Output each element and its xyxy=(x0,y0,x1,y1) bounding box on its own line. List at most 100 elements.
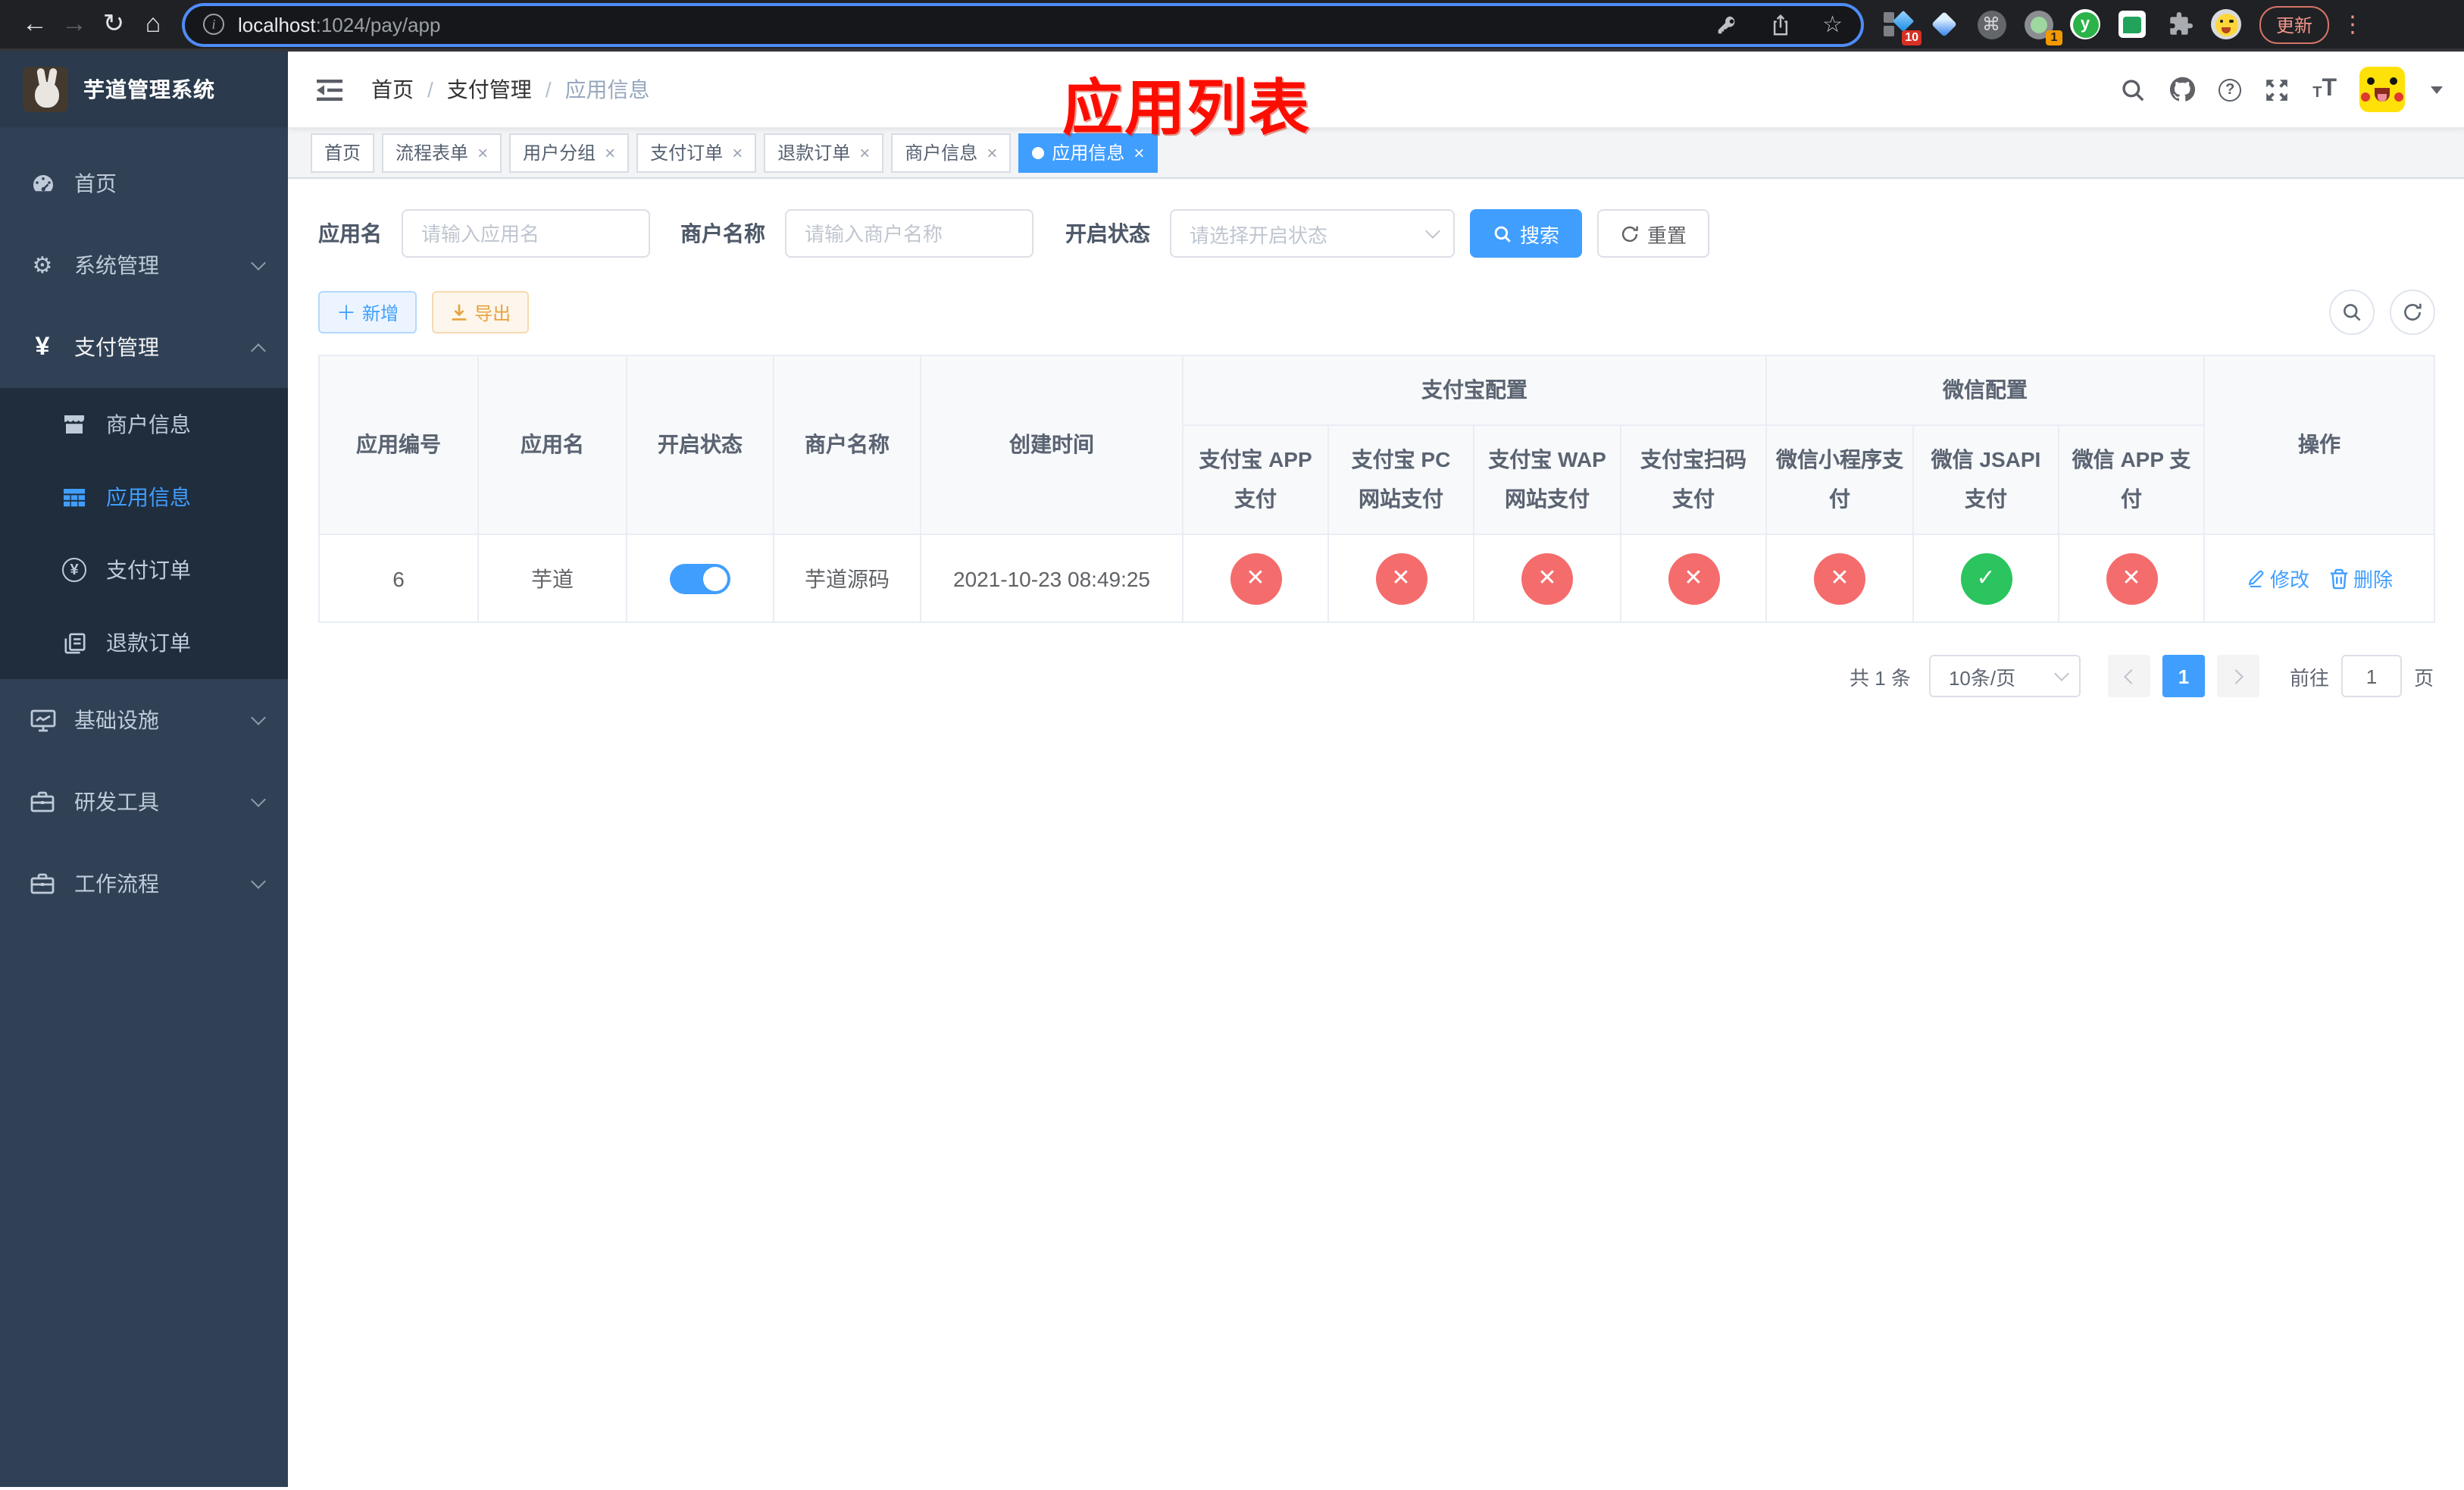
sidebar-item-refund-orders[interactable]: 退款订单 xyxy=(0,606,288,679)
close-icon[interactable]: × xyxy=(477,142,488,163)
refresh-button[interactable] xyxy=(2390,290,2435,335)
sidebar-item-workflow[interactable]: 工作流程 xyxy=(0,843,288,925)
bookmark-star-icon[interactable]: ☆ xyxy=(1822,11,1843,38)
user-avatar[interactable] xyxy=(2359,67,2405,112)
sidebar-item-infrastructure[interactable]: 基础设施 xyxy=(0,679,288,761)
edit-button[interactable]: 修改 xyxy=(2246,564,2309,593)
enabled-switch[interactable] xyxy=(670,563,730,593)
chevron-left-icon xyxy=(2124,668,2139,684)
sidebar-logo[interactable]: 芋道管理系统 xyxy=(0,52,288,127)
app-name-label: 应用名 xyxy=(318,221,382,246)
col-alipay-pc: 支付宝 PC 网站支付 xyxy=(1327,424,1474,535)
tab-user-group[interactable]: 用户分组 × xyxy=(509,133,630,172)
sidebar-item-label: 系统管理 xyxy=(74,253,159,277)
extension-pin-icon[interactable]: 10 xyxy=(1882,9,1921,45)
search-icon[interactable] xyxy=(2120,77,2146,102)
sidebar-item-home[interactable]: 首页 xyxy=(0,142,288,224)
payment-submenu: 商户信息 应用信息 ¥ 支付订单 退款订单 xyxy=(0,388,288,679)
url-text[interactable]: localhost:1024/pay/app xyxy=(238,13,1683,36)
next-page-button[interactable] xyxy=(2216,655,2259,697)
browser-reload-icon[interactable]: ↻ xyxy=(94,5,133,44)
page-unit-label: 页 xyxy=(2413,666,2434,689)
status-cross-icon: ✕ xyxy=(2106,552,2157,604)
font-size-icon[interactable]: TT xyxy=(2312,77,2337,102)
url-host: localhost xyxy=(238,13,316,36)
close-icon[interactable]: × xyxy=(987,142,997,163)
toolbox-icon xyxy=(29,873,56,894)
page-number-current[interactable]: 1 xyxy=(2162,655,2205,697)
extension-chat-icon[interactable] xyxy=(2117,9,2147,39)
user-menu-caret-icon[interactable] xyxy=(2431,86,2443,93)
tab-home[interactable]: 首页 xyxy=(311,133,375,172)
chevron-down-icon xyxy=(2054,666,2069,681)
page-content: 应用名 商户名称 开启状态 请选择开启状态 搜索 重置 xyxy=(288,179,2464,1487)
col-alipay-wap: 支付宝 WAP 网站支付 xyxy=(1473,424,1621,535)
app-name-input[interactable] xyxy=(402,209,650,258)
toolbox-icon xyxy=(29,791,56,812)
extension-badge-proxy: 1 xyxy=(2046,30,2062,45)
cell-merchant: 芋道源码 xyxy=(773,534,921,623)
page-size-select[interactable]: 10条/页 xyxy=(1928,655,2081,697)
reset-button[interactable]: 重置 xyxy=(1597,209,1710,258)
close-icon[interactable]: × xyxy=(732,142,743,163)
close-icon[interactable]: × xyxy=(859,142,870,163)
sidebar-item-label: 基础设施 xyxy=(74,708,159,732)
sidebar-item-label: 支付管理 xyxy=(74,335,159,359)
status-cross-icon: ✕ xyxy=(1521,552,1573,604)
sidebar-item-app-info[interactable]: 应用信息 xyxy=(0,461,288,534)
sidebar-item-merchant-info[interactable]: 商户信息 xyxy=(0,388,288,461)
profile-avatar-icon[interactable] xyxy=(2211,9,2241,39)
extension-y-icon[interactable]: y xyxy=(2070,9,2100,39)
browser-menu-icon[interactable]: ⋮ xyxy=(2341,11,2364,38)
export-button[interactable]: 导出 xyxy=(432,291,530,333)
col-wechat-jsapi: 微信 JSAPI 支付 xyxy=(1912,424,2059,535)
address-bar[interactable]: i localhost:1024/pay/app ☆ xyxy=(185,5,1861,43)
cell-app-name: 芋道 xyxy=(477,534,627,623)
sidebar-item-label: 支付订单 xyxy=(106,558,191,582)
col-app-id: 应用编号 xyxy=(318,355,479,535)
breadcrumb-payment[interactable]: 支付管理 xyxy=(447,74,532,105)
sidebar-item-system[interactable]: ⚙ 系统管理 xyxy=(0,224,288,306)
app-frame: 芋道管理系统 首页 ⚙ 系统管理 ¥ 支付管理 商户信息 应用信息 ¥ 支付订单… xyxy=(0,52,2464,1487)
fullscreen-icon[interactable] xyxy=(2264,77,2290,102)
help-icon[interactable]: ? xyxy=(2219,78,2242,101)
delete-button[interactable]: 删除 xyxy=(2329,564,2393,593)
cell-wechat-mini: ✕ xyxy=(1765,534,1914,623)
search-button[interactable]: 搜索 xyxy=(1470,209,1583,258)
browser-back-icon[interactable]: ← xyxy=(15,5,55,44)
browser-update-button[interactable]: 更新 xyxy=(2259,5,2330,43)
tab-refund-orders[interactable]: 退款订单 × xyxy=(764,133,884,172)
tab-merchant-info[interactable]: 商户信息 × xyxy=(891,133,1012,172)
col-group-wechat: 微信配置 xyxy=(1765,355,2205,426)
prev-page-button[interactable] xyxy=(2107,655,2150,697)
site-info-icon[interactable]: i xyxy=(203,14,224,35)
browser-forward-icon[interactable]: → xyxy=(55,5,94,44)
tab-label: 流程表单 xyxy=(396,142,469,164)
col-status: 开启状态 xyxy=(626,355,774,535)
breadcrumb-home[interactable]: 首页 xyxy=(371,74,414,105)
tab-flow-form[interactable]: 流程表单 × xyxy=(382,133,502,172)
sidebar-item-payment-orders[interactable]: ¥ 支付订单 xyxy=(0,534,288,606)
toggle-search-button[interactable] xyxy=(2329,290,2375,335)
add-button[interactable]: ＋ 新增 xyxy=(318,291,417,333)
sidebar-item-payment[interactable]: ¥ 支付管理 xyxy=(0,306,288,388)
chevron-down-icon xyxy=(251,710,266,725)
password-key-icon[interactable] xyxy=(1715,13,1737,36)
status-select[interactable]: 请选择开启状态 xyxy=(1170,209,1455,258)
browser-home-icon[interactable]: ⌂ xyxy=(133,5,173,44)
extension-command-icon[interactable]: ⌘ xyxy=(1976,9,2006,39)
extensions-puzzle-icon[interactable] xyxy=(2164,9,2194,39)
tab-payment-orders[interactable]: 支付订单 × xyxy=(636,133,757,172)
share-icon[interactable] xyxy=(1769,13,1790,36)
extension-kite-icon[interactable] xyxy=(1929,9,1959,39)
col-group-alipay: 支付宝配置 xyxy=(1182,355,1767,426)
sidebar-collapse-icon[interactable] xyxy=(311,72,349,107)
github-icon[interactable] xyxy=(2169,76,2196,103)
merchant-name-input[interactable] xyxy=(785,209,1033,258)
close-icon[interactable]: × xyxy=(605,142,615,163)
extension-proxy-icon[interactable]: 1 xyxy=(2023,9,2062,45)
sidebar-item-dev-tools[interactable]: 研发工具 xyxy=(0,761,288,843)
sidebar-item-label: 应用信息 xyxy=(106,485,191,509)
goto-page-input[interactable] xyxy=(2340,655,2402,697)
breadcrumb-separator: / xyxy=(427,77,433,102)
